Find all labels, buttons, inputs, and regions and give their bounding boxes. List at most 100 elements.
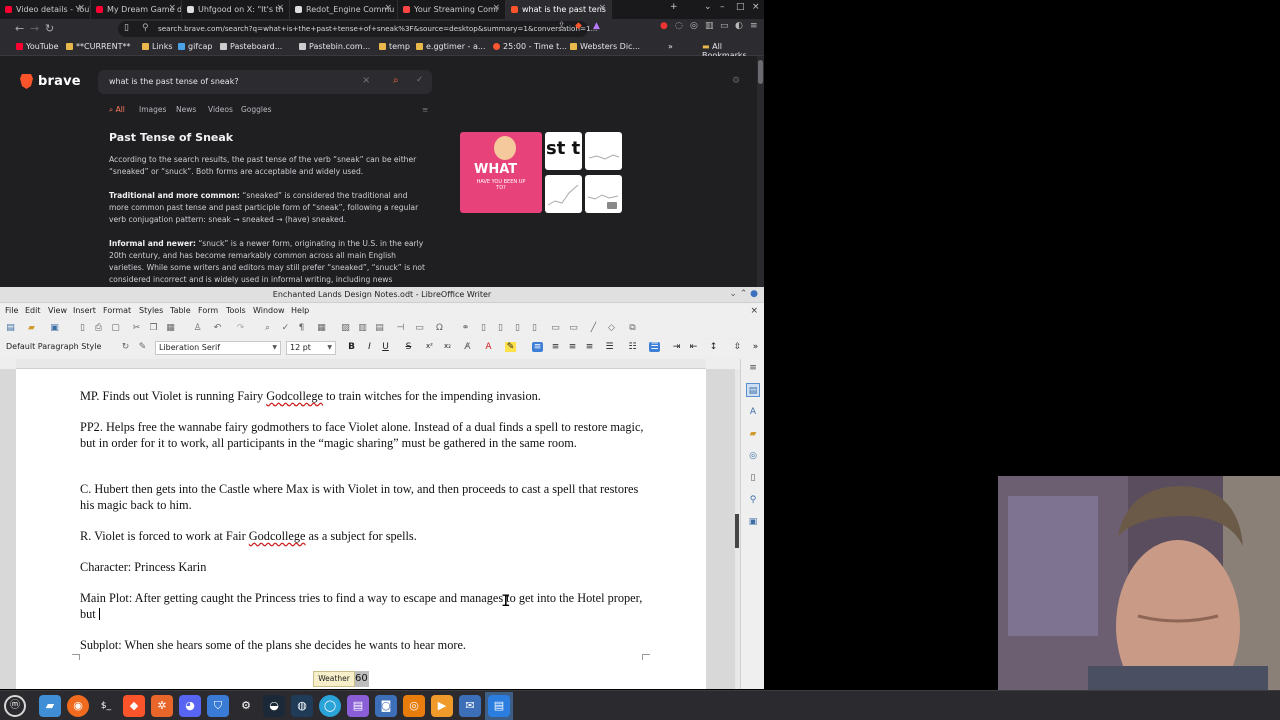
bookmark-gifcap[interactable]: gifcap [178, 42, 213, 51]
brave-shields-icon[interactable]: ◆ [575, 21, 582, 31]
bookmark-pastebin[interactable]: Pastebin.com... [299, 42, 370, 51]
formatting-marks-icon[interactable]: ¶ [296, 323, 307, 334]
thumbnail-image[interactable]: WHAT HAVE YOU BEEN UP TO? [460, 132, 542, 213]
app-icon[interactable]: ⚙ [235, 695, 257, 717]
navigator-icon[interactable]: ◎ [746, 449, 760, 463]
redo-icon[interactable]: ↷ [235, 323, 246, 334]
media-player-icon[interactable]: ▶ [431, 695, 453, 717]
doc-paragraph[interactable]: Main Plot: After getting caught the Prin… [80, 591, 650, 622]
close-icon[interactable]: × [168, 3, 176, 13]
align-left-icon[interactable]: ≡ [532, 342, 543, 352]
hyperlink-icon[interactable]: ⚭ [460, 323, 471, 334]
line-icon[interactable]: ╱ [588, 323, 599, 334]
doc-paragraph[interactable]: Character: Princess Karin [80, 560, 650, 576]
outline-icon[interactable]: ☰ [649, 342, 660, 352]
highlight-icon[interactable]: ✎ [505, 342, 516, 352]
bookmark-icon[interactable]: ▯ [512, 323, 523, 334]
find-replace-icon[interactable]: ⌕ [262, 323, 273, 334]
close-icon[interactable]: × [384, 3, 392, 13]
menu-form[interactable]: Form [198, 306, 218, 315]
misspelled-word[interactable]: Godcollege [249, 529, 306, 543]
gallery-icon[interactable]: ▰ [746, 427, 760, 441]
insert-image-icon[interactable]: ▨ [340, 323, 351, 334]
comment-icon[interactable]: ▭ [550, 323, 561, 334]
filter-icon[interactable]: ≡ [422, 105, 428, 114]
search-input[interactable]: what is the past tense of sneak? × ⌕ ✓ [98, 70, 432, 94]
files-icon[interactable]: ▰ [39, 695, 61, 717]
page-icon[interactable]: ▯ [746, 471, 760, 485]
tab-video-details[interactable]: Video details - YouTub× [0, 0, 91, 19]
doc-paragraph[interactable]: Subplot: When she hears some of the plan… [80, 638, 650, 654]
new-style-icon[interactable]: ✎ [137, 342, 148, 353]
app-icon[interactable]: ◯ [319, 695, 341, 717]
writer-icon[interactable]: ▤ [488, 695, 510, 717]
endnote-icon[interactable]: ▯ [495, 323, 506, 334]
start-menu-icon[interactable]: ⓜ [4, 695, 26, 717]
doc-paragraph[interactable]: R. Violet is forced to work at Fair Godc… [80, 529, 650, 545]
forward-icon[interactable]: → [30, 22, 39, 35]
thumbnail-image[interactable]: st t [545, 132, 582, 170]
close-window-icon[interactable]: × [752, 2, 760, 12]
close-window-icon[interactable]: ● [750, 289, 758, 299]
cut-icon[interactable]: ✂ [131, 323, 142, 334]
close-document-icon[interactable]: × [750, 306, 758, 316]
doc-paragraph[interactable]: MP. Finds out Violet is running Fairy Go… [80, 389, 650, 405]
tab-news[interactable]: News [176, 105, 196, 114]
scrollbar-thumb[interactable] [735, 514, 739, 548]
window-controls[interactable]: ⌄ ⌃ ● [729, 289, 758, 299]
new-tab-icon[interactable]: + [670, 2, 678, 12]
menu-view[interactable]: View [48, 306, 67, 315]
tab-x-post[interactable]: Uhfgood on X: "It's th × [182, 0, 290, 19]
screenshot-icon[interactable]: ◙ [375, 695, 397, 717]
back-icon[interactable]: ← [15, 22, 24, 35]
record-icon[interactable]: ● [660, 21, 668, 31]
minimize-icon[interactable]: ⌄ [729, 289, 739, 299]
reload-icon[interactable]: ↻ [45, 22, 54, 35]
bookmark-links[interactable]: Links [142, 42, 173, 51]
tab-images[interactable]: Images [139, 105, 166, 114]
extension-icon[interactable]: ◎ [690, 21, 698, 31]
export-pdf-icon[interactable]: ▯ [77, 323, 88, 334]
brave-logo[interactable]: brave [20, 74, 81, 89]
more-bookmarks-icon[interactable]: » [668, 42, 673, 51]
insert-chart-icon[interactable]: ▥ [357, 323, 368, 334]
minimize-icon[interactable]: – [720, 2, 725, 12]
clear-formatting-icon[interactable]: A̸ [462, 342, 473, 352]
underline-icon[interactable]: U [380, 342, 391, 352]
align-right-icon[interactable]: ≡ [567, 342, 578, 352]
insert-field-icon[interactable]: ▭ [414, 323, 425, 334]
footnote-icon[interactable]: ▯ [478, 323, 489, 334]
profile-icon[interactable]: ◐ [735, 21, 743, 31]
chevron-down-icon[interactable]: ⌄ [704, 2, 712, 12]
paste-icon[interactable]: ▦ [165, 323, 176, 334]
page-break-icon[interactable]: ⊣ [395, 323, 406, 334]
cross-reference-icon[interactable]: ▯ [529, 323, 540, 334]
discord-icon[interactable]: ◕ [179, 695, 201, 717]
rewards-icon[interactable]: ▲ [593, 21, 600, 31]
terminal-icon[interactable]: $_ [95, 695, 117, 717]
properties-icon[interactable]: ▤ [746, 383, 760, 397]
tab-goggles[interactable]: Goggles [241, 105, 272, 114]
steam-icon[interactable]: ◒ [263, 695, 285, 717]
thumbnail-image[interactable] [585, 132, 622, 170]
spelling-icon[interactable]: ✓ [280, 323, 291, 334]
tab-dream-game[interactable]: My Dream Game devl× [91, 0, 182, 19]
bookmark-pomodoro[interactable]: 25:00 - Time t... [493, 42, 567, 51]
new-document-icon[interactable]: ▤ [5, 323, 16, 334]
misspelled-word[interactable]: Godcollege [266, 389, 323, 403]
gear-icon[interactable]: ⚙ [732, 76, 740, 86]
bookmark-youtube[interactable]: YouTube [16, 42, 59, 51]
bookmark-temp[interactable]: temp [379, 42, 410, 51]
tab-redot-engine[interactable]: Redot_Engine Commu × [290, 0, 398, 19]
shield-icon[interactable]: ⛉ [207, 695, 229, 717]
italic-icon[interactable]: I [364, 342, 375, 352]
menu-format[interactable]: Format [103, 306, 131, 315]
strikethrough-icon[interactable]: S [403, 342, 414, 352]
paragraph-spacing-icon[interactable]: ⇳ [732, 342, 743, 352]
basic-shapes-icon[interactable]: ◇ [606, 323, 617, 334]
open-icon[interactable]: ▰ [26, 323, 37, 334]
bookmark-icon[interactable]: ▯ [124, 23, 129, 33]
font-size-select[interactable]: 12 pt ▼ [286, 341, 336, 355]
sidebar-toggle-icon[interactable]: ▥ [705, 21, 714, 31]
align-center-icon[interactable]: ≡ [550, 342, 561, 352]
